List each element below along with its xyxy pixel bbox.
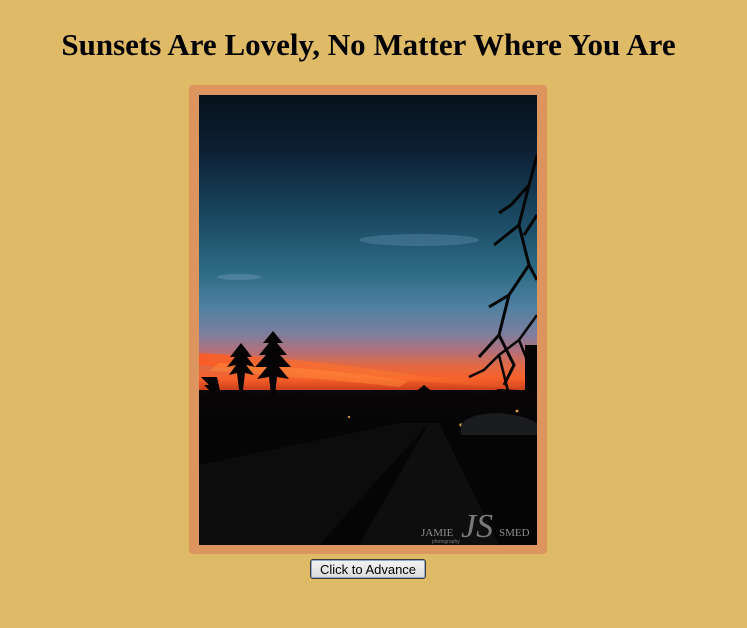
watermark-sub: photography xyxy=(432,539,460,545)
watermark-monogram: JS xyxy=(461,508,493,545)
watermark-jamie: JAMIE xyxy=(421,527,454,539)
photo-frame: JAMIE JS SMED photography xyxy=(189,85,547,554)
sunset-photo: JAMIE JS SMED photography xyxy=(199,95,537,545)
watermark-smed: SMED xyxy=(499,527,530,539)
advance-button[interactable]: Click to Advance xyxy=(310,559,426,579)
page-title: Sunsets Are Lovely, No Matter Where You … xyxy=(61,27,676,62)
